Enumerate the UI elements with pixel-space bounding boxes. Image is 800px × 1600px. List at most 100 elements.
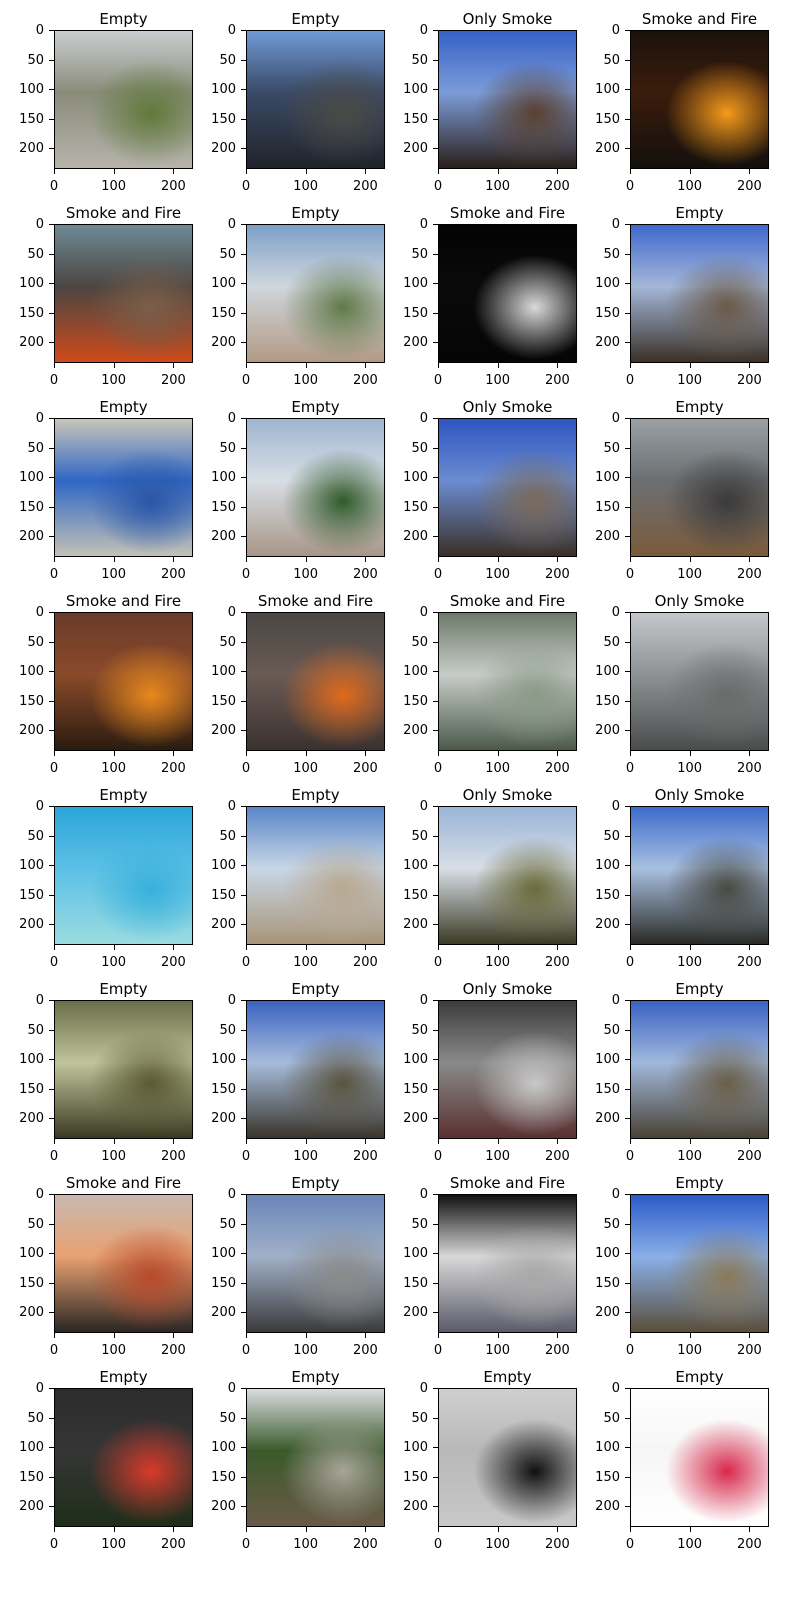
y-tick-label: 50 [27, 1216, 44, 1232]
x-tick-label: 100 [293, 373, 319, 388]
y-tick-mark [433, 342, 438, 343]
x-tick-mark [113, 557, 115, 562]
y-tick-label: 150 [403, 499, 428, 515]
y-tick-label: 200 [403, 723, 428, 738]
photo-placeholder [247, 1001, 384, 1138]
y-tick-mark [433, 89, 438, 90]
image-panel: Empty 0 50 100 150 200 0 100 200 [576, 1368, 769, 1562]
x-tick-mark [246, 1527, 247, 1532]
panel-title: Only Smoke [462, 980, 553, 998]
y-tick-label: 100 [211, 664, 236, 679]
x-tick-label: 100 [485, 1343, 511, 1358]
panel-image [246, 30, 385, 169]
x-tick-label: 200 [160, 1149, 186, 1164]
y-tick-label: 200 [403, 529, 428, 544]
y-tick-mark [433, 253, 438, 255]
panel-title: Empty [675, 980, 724, 998]
y-tick-label: 0 [611, 23, 620, 38]
x-tick-mark [749, 363, 751, 368]
x-tick-mark [113, 363, 115, 368]
y-tick-label: 100 [19, 82, 44, 97]
photo-placeholder [631, 1001, 768, 1138]
y-tick-mark [433, 536, 438, 537]
x-tick-label: 200 [160, 567, 186, 582]
y-tick-label: 0 [419, 217, 428, 232]
panel-image [246, 806, 385, 945]
y-tick-mark [625, 894, 630, 896]
x-tick-mark [630, 1527, 631, 1532]
y-tick-mark [241, 224, 246, 225]
y-tick-mark [433, 312, 438, 314]
x-tick-mark [305, 751, 307, 756]
x-tick-label: 0 [433, 1149, 443, 1164]
y-tick-label: 150 [19, 1275, 44, 1291]
x-tick-label: 0 [433, 1537, 443, 1552]
y-tick-label: 200 [19, 723, 44, 738]
x-tick-label: 100 [677, 567, 703, 582]
x-tick-mark [173, 1333, 175, 1338]
x-tick-mark [54, 1333, 55, 1338]
y-tick-mark [241, 536, 246, 537]
y-tick-mark [625, 641, 630, 643]
y-tick-mark [625, 1253, 630, 1254]
y-tick-mark [625, 730, 630, 731]
photo-placeholder [55, 419, 192, 556]
photo-placeholder [55, 1389, 192, 1526]
y-tick-label: 100 [211, 1246, 236, 1261]
panel-image [246, 1194, 385, 1333]
x-tick-mark [173, 945, 175, 950]
x-tick-mark [438, 1527, 439, 1532]
y-tick-mark [625, 1282, 630, 1284]
x-tick-mark [749, 751, 751, 756]
x-tick-mark [497, 751, 499, 756]
x-tick-label: 0 [241, 1149, 251, 1164]
panel-image [246, 224, 385, 363]
y-tick-mark [49, 224, 54, 225]
y-tick-label: 0 [35, 799, 44, 814]
y-tick-label: 0 [227, 217, 236, 232]
y-tick-mark [625, 1000, 630, 1001]
x-tick-mark [497, 557, 499, 562]
panel-image [54, 1000, 193, 1139]
panel-title: Only Smoke [462, 398, 553, 416]
panel-title: Empty [99, 1368, 148, 1386]
panel-title: Only Smoke [654, 592, 745, 610]
y-tick-mark [241, 671, 246, 672]
y-tick-mark [241, 312, 246, 314]
y-tick-mark [241, 1253, 246, 1254]
y-tick-mark [49, 30, 54, 31]
image-panel: Smoke and Fire 0 50 100 150 200 0 100 200 [576, 10, 769, 204]
x-tick-mark [557, 1139, 559, 1144]
y-tick-label: 200 [403, 1499, 428, 1514]
image-panel: Empty 0 50 100 150 200 0 100 200 [192, 786, 385, 980]
photo-placeholder [631, 225, 768, 362]
x-tick-label: 0 [241, 373, 251, 388]
x-tick-mark [246, 945, 247, 950]
x-tick-label: 200 [544, 567, 570, 582]
y-tick-mark [49, 1447, 54, 1448]
y-tick-mark [433, 506, 438, 508]
y-tick-label: 200 [595, 917, 620, 932]
y-tick-mark [625, 59, 630, 61]
image-panel: Empty 0 50 100 150 200 0 100 200 [192, 398, 385, 592]
x-tick-label: 100 [293, 1537, 319, 1552]
y-tick-mark [241, 1118, 246, 1119]
panel-image [246, 1000, 385, 1139]
x-tick-label: 0 [49, 567, 59, 582]
x-tick-mark [246, 169, 247, 174]
panel-title: Empty [483, 1368, 532, 1386]
image-panel: Smoke and Fire 0 50 100 150 200 0 100 200 [192, 592, 385, 786]
y-tick-label: 50 [603, 634, 620, 650]
y-tick-mark [241, 641, 246, 643]
y-tick-label: 50 [219, 440, 236, 456]
image-panel: Empty 0 50 100 150 200 0 100 200 [576, 398, 769, 592]
x-tick-mark [497, 363, 499, 368]
y-tick-mark [49, 312, 54, 314]
y-tick-label: 150 [19, 693, 44, 709]
y-tick-mark [433, 1194, 438, 1195]
x-tick-label: 200 [160, 1343, 186, 1358]
y-tick-label: 50 [219, 1216, 236, 1232]
panel-title: Empty [99, 398, 148, 416]
y-tick-label: 100 [19, 1246, 44, 1261]
x-tick-mark [173, 751, 175, 756]
